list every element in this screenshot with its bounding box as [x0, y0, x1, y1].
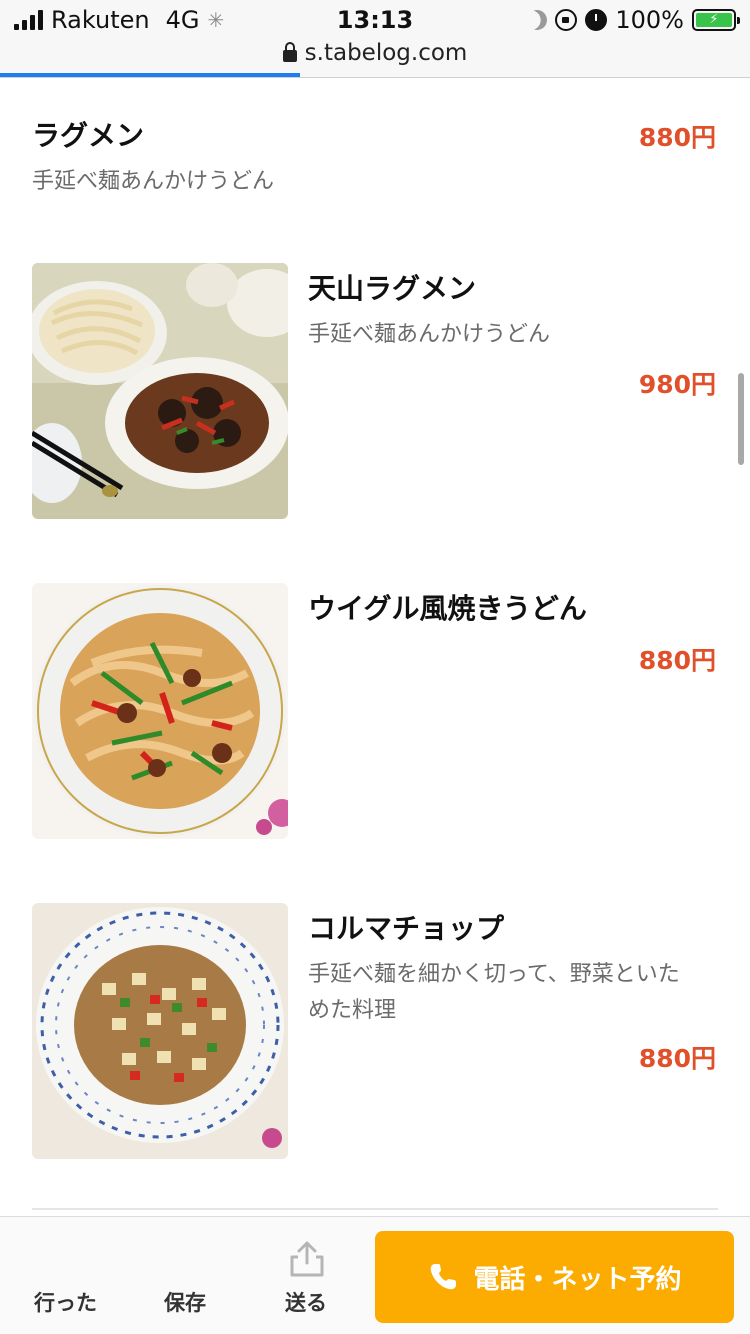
menu-item-price: 880円 — [638, 646, 716, 675]
status-bar: Rakuten 4G ✳ 13:13 100% ⚡ — [0, 0, 750, 40]
menu-item-description: 手延べ麺あんかけうどん — [308, 322, 551, 347]
lock-icon — [282, 42, 297, 62]
stir-fried-udon-image — [32, 583, 288, 839]
rotation-lock-icon — [555, 9, 578, 31]
menu-item-description: 手延べ麺を細かく切って、野菜といた めた料理 — [308, 957, 728, 1029]
phone-icon — [431, 1264, 457, 1290]
menu-item-description-line: めた料理 — [308, 998, 397, 1023]
do-not-disturb-icon — [525, 7, 551, 33]
page: Rakuten 4G ✳ 13:13 100% ⚡ s.tabelog.com … — [0, 0, 750, 1334]
menu-item[interactable]: コルマチョップ 手延べ麺を細かく切って、野菜といた めた料理 — [308, 907, 728, 1029]
menu-item-description: 手延べ麺あんかけうどん — [32, 169, 275, 194]
send-button[interactable]: 送る — [285, 1287, 327, 1317]
charging-bolt-icon: ⚡ — [696, 13, 732, 27]
menu-item[interactable]: ラグメン 手延べ麺あんかけうどん — [32, 114, 274, 200]
url-domain: s.tabelog.com — [304, 40, 468, 66]
menu-item-photo[interactable] — [32, 263, 288, 519]
menu-item[interactable]: ウイグル風焼きうどん — [308, 587, 708, 627]
bottom-toolbar: 行った 保存 送る 電話・ネット予約 — [0, 1216, 750, 1334]
menu-item-name: ラグメン — [32, 119, 145, 152]
menu-item-price: 880円 — [638, 1044, 716, 1073]
chopped-noodle-stir-fry-image — [32, 903, 288, 1159]
went-button[interactable]: 行った — [34, 1287, 97, 1317]
menu-item-name: 天山ラグメン — [308, 272, 477, 305]
menu-item[interactable]: 天山ラグメン 手延べ麺あんかけうどん — [308, 267, 708, 353]
share-icon[interactable] — [288, 1241, 326, 1277]
battery-percent: 100% — [615, 6, 684, 34]
menu-item-name: コルマチョップ — [308, 912, 505, 945]
section-divider — [32, 1208, 718, 1210]
alarm-icon — [585, 9, 608, 31]
reserve-button[interactable]: 電話・ネット予約 — [375, 1231, 734, 1323]
noodles-with-wood-ear-sauce-image — [32, 263, 288, 519]
menu-item-photo[interactable] — [32, 903, 288, 1159]
menu-item-description-line: 手延べ麺を細かく切って、野菜といた — [308, 962, 680, 987]
menu-item-price: 880円 — [638, 123, 716, 152]
reserve-button-label: 電話・ネット予約 — [473, 1264, 682, 1295]
scrollbar[interactable] — [738, 373, 744, 465]
battery-icon: ⚡ — [692, 9, 740, 31]
menu-item-name: ウイグル風焼きうどん — [308, 592, 587, 625]
menu-list[interactable]: ラグメン 手延べ麺あんかけうどん 880円 天山ラグメン 手延べ麺あんかけうどん… — [0, 78, 750, 1216]
menu-item-photo[interactable] — [32, 583, 288, 839]
menu-item-price: 980円 — [638, 370, 716, 399]
save-button[interactable]: 保存 — [164, 1287, 206, 1317]
